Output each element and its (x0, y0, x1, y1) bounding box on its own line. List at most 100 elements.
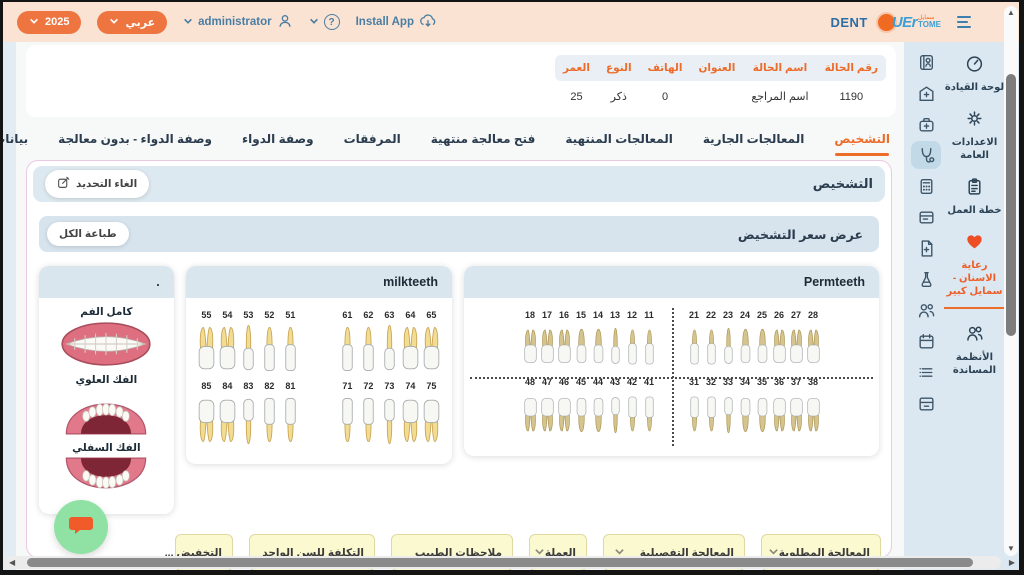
contact-book-icon[interactable] (911, 48, 941, 76)
horizontal-scroll-thumb[interactable] (27, 558, 973, 567)
tooth-82[interactable]: 82 (260, 381, 279, 448)
medical-kit-icon[interactable] (911, 110, 941, 138)
tooth-13[interactable]: 13 (608, 310, 623, 373)
tooth-55[interactable]: 55 (197, 310, 216, 377)
tooth-83[interactable]: 83 (239, 381, 258, 448)
horizontal-scrollbar[interactable]: ◀ ▶ (5, 556, 1001, 569)
tooth-27[interactable]: 27 (789, 310, 804, 373)
scroll-down-arrow[interactable]: ▼ (1004, 544, 1018, 554)
sidebar-item-clipboard[interactable]: خطة العمل (944, 177, 1005, 217)
tooth-number: 15 (576, 310, 586, 320)
tooth-62[interactable]: 62 (359, 310, 378, 377)
tooth-73[interactable]: 73 (380, 381, 399, 448)
tooth-48[interactable]: 48 (523, 377, 538, 440)
tooth-85[interactable]: 85 (197, 381, 216, 448)
tab-3[interactable]: فتح معالجة منتهية (431, 132, 536, 156)
tooth-14[interactable]: 14 (591, 310, 606, 373)
tooth-11[interactable]: 11 (642, 310, 657, 373)
hospital-icon[interactable] (911, 79, 941, 107)
calendar-icon[interactable] (911, 327, 941, 355)
flask-icon[interactable] (911, 265, 941, 293)
print-all-button[interactable]: طباعة الكل (47, 222, 129, 246)
tooth-36[interactable]: 36 (772, 377, 787, 440)
tooth-26[interactable]: 26 (772, 310, 787, 373)
sidebar-item-heart[interactable]: رعاية الاسنان - سمايل كبير (944, 232, 1005, 309)
tooth-44[interactable]: 44 (591, 377, 606, 440)
tooth-46[interactable]: 46 (557, 377, 572, 440)
tooth-81[interactable]: 81 (281, 381, 300, 448)
tooth-32[interactable]: 32 (704, 377, 719, 440)
scroll-left-arrow[interactable]: ◀ (9, 556, 15, 569)
tooth-64[interactable]: 64 (401, 310, 420, 377)
tooth-41[interactable]: 41 (642, 377, 657, 440)
full-mouth-option[interactable]: كامل الفم (58, 306, 154, 368)
tooth-51[interactable]: 51 (281, 310, 300, 377)
tooth-12[interactable]: 12 (625, 310, 640, 373)
appointment-card-icon[interactable] (911, 389, 941, 417)
stethoscope-icon[interactable] (911, 141, 941, 169)
tab-2[interactable]: المعالجات المنتهية (565, 132, 673, 156)
tooth-38[interactable]: 38 (806, 377, 821, 440)
chevron-down-icon (183, 16, 193, 29)
tooth-65[interactable]: 65 (422, 310, 441, 377)
tooth-25[interactable]: 25 (755, 310, 770, 373)
tooth-37[interactable]: 37 (789, 377, 804, 440)
calculator-icon[interactable] (911, 172, 941, 200)
tooth-42[interactable]: 42 (625, 377, 640, 440)
tooth-35[interactable]: 35 (755, 377, 770, 440)
language-selector[interactable]: عربي (97, 11, 167, 34)
chat-widget-button[interactable] (54, 500, 108, 554)
tooth-43[interactable]: 43 (608, 377, 623, 440)
sidebar-item-users[interactable]: الأنظمة المساندة (944, 324, 1005, 377)
scroll-up-arrow[interactable]: ▲ (1004, 8, 1018, 18)
tooth-31[interactable]: 31 (687, 377, 702, 440)
tooth-number: 81 (285, 381, 295, 391)
tooth-17[interactable]: 17 (540, 310, 555, 373)
tooth-63[interactable]: 63 (380, 310, 399, 377)
tooth-16[interactable]: 16 (557, 310, 572, 373)
tooth-54[interactable]: 54 (218, 310, 237, 377)
tooth-15[interactable]: 15 (574, 310, 589, 373)
help-menu[interactable]: ? (309, 14, 340, 30)
tooth-23[interactable]: 23 (721, 310, 736, 373)
tooth-22[interactable]: 22 (704, 310, 719, 373)
prescription-icon[interactable] (911, 234, 941, 262)
tooth-28[interactable]: 28 (806, 310, 821, 373)
tab-7[interactable]: بيانات الفواتير (3, 132, 28, 156)
tooth-72[interactable]: 72 (359, 381, 378, 448)
user-menu[interactable]: administrator (183, 13, 293, 32)
tooth-53[interactable]: 53 (239, 310, 258, 377)
tab-4[interactable]: المرفقات (344, 132, 401, 156)
lower-jaw-option[interactable]: الفك السفلي (58, 442, 154, 504)
tooth-52[interactable]: 52 (260, 310, 279, 377)
vertical-scrollbar[interactable]: ▲ ▼ (1004, 6, 1018, 556)
tooth-33[interactable]: 33 (721, 377, 736, 440)
tab-6[interactable]: وصفة الدواء - بدون معالجة (58, 132, 212, 156)
sidebar-item-dashboard[interactable]: لوحة القيادة (944, 54, 1005, 94)
tooth-71[interactable]: 71 (338, 381, 357, 448)
clear-selection-button[interactable]: الغاء التحديد (45, 170, 149, 198)
tab-0[interactable]: التشخيص (834, 132, 890, 156)
invoice-icon[interactable] (911, 203, 941, 231)
upper-jaw-option[interactable]: الفك العلوي (58, 374, 154, 436)
tooth-74[interactable]: 74 (401, 381, 420, 448)
tooth-47[interactable]: 47 (540, 377, 555, 440)
tooth-75[interactable]: 75 (422, 381, 441, 448)
year-selector[interactable]: 2025 (17, 11, 81, 34)
tooth-34[interactable]: 34 (738, 377, 753, 440)
menu-icon[interactable] (957, 16, 971, 28)
tab-5[interactable]: وصفة الدواء (242, 132, 314, 156)
vertical-scroll-thumb[interactable] (1006, 74, 1016, 336)
install-app-button[interactable]: Install App (356, 13, 437, 32)
tooth-61[interactable]: 61 (338, 310, 357, 377)
tooth-24[interactable]: 24 (738, 310, 753, 373)
sidebar-item-gear[interactable]: الاعدادات العامة (944, 109, 1005, 162)
patients-icon[interactable] (911, 296, 941, 324)
tooth-18[interactable]: 18 (523, 310, 538, 373)
scroll-right-arrow[interactable]: ▶ (1009, 556, 1015, 569)
queue-icon[interactable] (911, 358, 941, 386)
tab-1[interactable]: المعالجات الجارية (703, 132, 804, 156)
tooth-45[interactable]: 45 (574, 377, 589, 440)
tooth-21[interactable]: 21 (687, 310, 702, 373)
tooth-84[interactable]: 84 (218, 381, 237, 448)
